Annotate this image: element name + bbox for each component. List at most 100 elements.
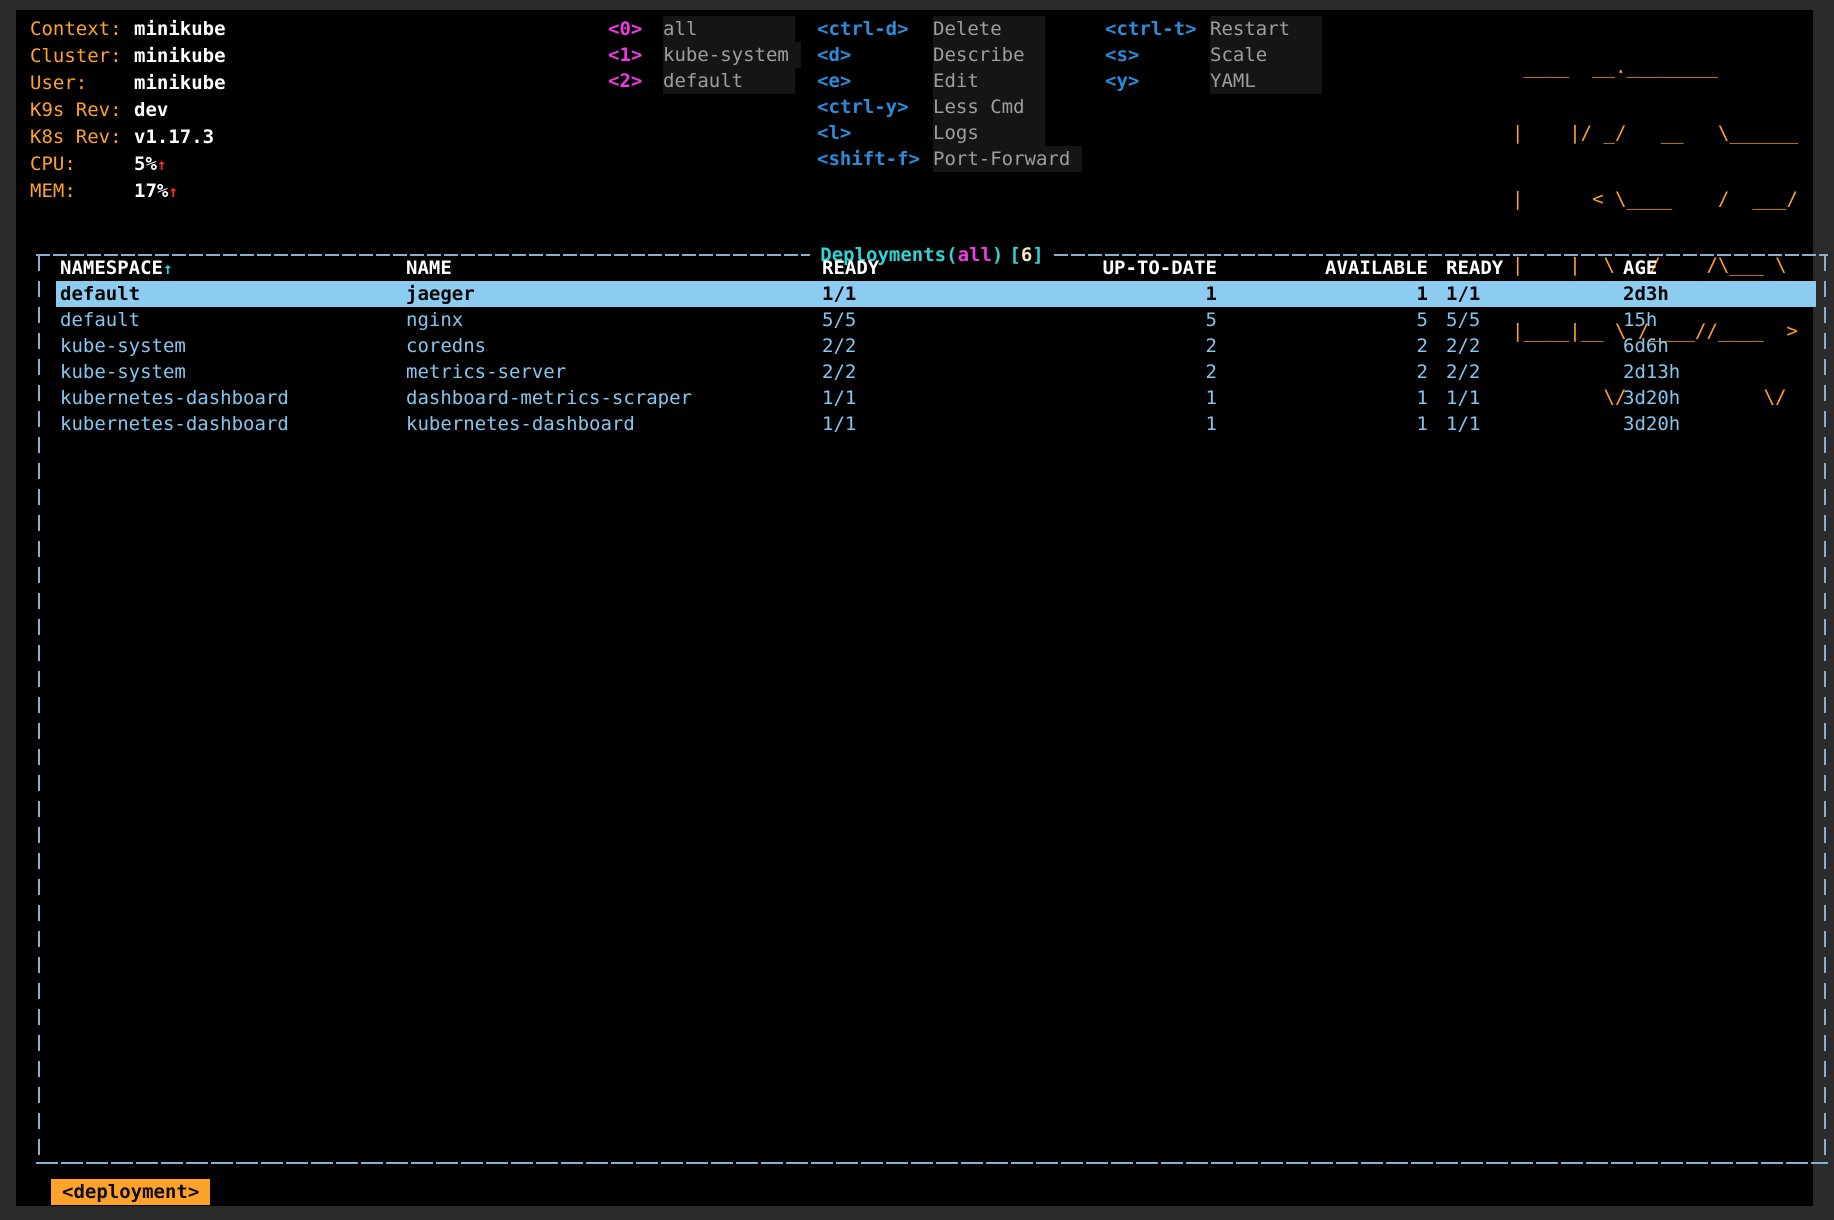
cell-up-to-date: 2 [1002,359,1217,385]
menu-item-yaml: <y> YAML [1105,68,1322,94]
cpu-up-arrow-icon: ↑ [157,155,167,174]
menu-item-restart: <ctrl-t>Restart [1105,16,1322,42]
logo-line: | < \____ / ___/ [1512,188,1798,210]
hotkey-1-label: kube-system [663,42,801,68]
namespace-hotkey-all: <0> all [608,16,801,42]
label-edit: Edit [933,68,1045,94]
k9s-rev-label: K9s Rev: [30,97,134,123]
table-row-coredns[interactable]: kube-system coredns 2/2 2 2 2/2 6d6h [56,333,1816,359]
cluster-label: Cluster: [30,43,134,69]
key-ctrl-y: <ctrl-y> [817,94,920,120]
cell-name: nginx [406,307,822,333]
cluster-info-row-mem: MEM:17%↑ [30,178,226,205]
key-y: <y> [1105,68,1197,94]
cell-ready: 1/1 [822,411,1002,437]
label-scale: Scale [1210,42,1322,68]
table-row-kubernetes-dashboard[interactable]: kubernetes-dashboard kubernetes-dashboar… [56,411,1816,437]
menu-item-scale: <s> Scale [1105,42,1322,68]
cell-available: 1 [1217,385,1428,411]
k8s-rev-value: v1.17.3 [134,126,214,148]
table-bottom-border [36,1162,1828,1164]
col-header-age: AGE [1605,255,1816,281]
cell-up-to-date: 5 [1002,307,1217,333]
cell-namespace: kube-system [56,359,406,385]
cell-age: 2d13h [1605,359,1816,385]
col-header-namespace: NAMESPACE↑ [56,255,406,281]
col-header-ready: READY [822,255,1002,281]
key-e: <e> [817,68,920,94]
cell-name: coredns [406,333,822,359]
k9s-rev-value: dev [134,99,168,121]
cell-namespace: default [56,307,406,333]
col-header-available: AVAILABLE [1217,255,1428,281]
cell-available: 2 [1217,359,1428,385]
namespace-hotkey-kube-system: <1> kube-system [608,42,801,68]
table-row-jaeger[interactable]: default jaeger 1/1 1 1 1/1 2d3h [56,281,1816,307]
key-d: <d> [817,42,920,68]
cell-age: 3d20h [1605,411,1816,437]
cell-name: kubernetes-dashboard [406,411,822,437]
table-right-border [1824,255,1826,1161]
menu-item-port-forward: <shift-f> Port-Forward [817,146,1082,172]
deployments-table: Deployments(all)[6] NAMESPACE↑ NAME READ… [36,242,1828,1164]
table-row-nginx[interactable]: default nginx 5/5 5 5 5/5 15h [56,307,1816,333]
context-label: Context: [30,16,134,42]
cell-ready: 2/2 [822,333,1002,359]
hotkey-0-label: all [663,16,795,42]
hotkey-1: <1> [608,42,648,68]
k9s-screen: Context:minikube Cluster:minikube User:m… [0,0,1834,1220]
key-l: <l> [817,120,920,146]
key-ctrl-t: <ctrl-t> [1105,16,1197,42]
logo-line: ____ __.________ [1512,56,1798,78]
label-yaml: YAML [1210,68,1322,94]
cell-ready: 1/1 [822,385,1002,411]
cell-ready: 5/5 [822,307,1002,333]
namespace-hotkeys: <0>all <1>kube-system <2>default [608,16,801,94]
cell-age: 15h [1605,307,1816,333]
cell-available: 2 [1217,333,1428,359]
cell-up-to-date: 1 [1002,385,1217,411]
key-ctrl-d: <ctrl-d> [817,16,920,42]
cell-ready-2: 5/5 [1428,307,1605,333]
mem-up-arrow-icon: ↑ [168,182,178,201]
table-row-dashboard-metrics-scraper[interactable]: kubernetes-dashboard dashboard-metrics-s… [56,385,1816,411]
hotkey-0: <0> [608,16,648,42]
user-value: minikube [134,72,226,94]
cluster-value: minikube [134,45,226,67]
sort-arrow-icon: ↑ [163,259,173,278]
label-port-forward: Port-Forward [933,146,1082,172]
menu-item-describe: <d> Describe [817,42,1082,68]
cell-namespace: kubernetes-dashboard [56,385,406,411]
cell-up-to-date: 1 [1002,411,1217,437]
breadcrumb-deployment[interactable]: <deployment> [51,1179,210,1205]
cell-ready-2: 2/2 [1428,359,1605,385]
label-delete: Delete [933,16,1045,42]
cluster-info-row-k8s-rev: K8s Rev:v1.17.3 [30,124,226,151]
k8s-rev-label: K8s Rev: [30,124,134,150]
cluster-info-row-user: User:minikube [30,70,226,97]
col-header-up-to-date: UP-TO-DATE [1002,255,1217,281]
label-logs: Logs [933,120,1045,146]
col-header-name: NAME [406,255,822,281]
terminal-window: Context:minikube Cluster:minikube User:m… [16,10,1813,1206]
cell-ready-2: 2/2 [1428,333,1605,359]
label-less-cmd: Less Cmd [933,94,1045,120]
key-s: <s> [1105,42,1197,68]
command-menu-column-2: <ctrl-t>Restart <s> Scale <y> YAML [1105,16,1322,94]
cell-available: 5 [1217,307,1428,333]
user-label: User: [30,70,134,96]
cell-name: dashboard-metrics-scraper [406,385,822,411]
cell-namespace: default [56,281,406,307]
cell-available: 1 [1217,411,1428,437]
cluster-info-row-k9s-rev: K9s Rev:dev [30,97,226,124]
cell-age: 3d20h [1605,385,1816,411]
key-shift-f: <shift-f> [817,146,920,172]
context-value: minikube [134,18,226,40]
label-describe: Describe [933,42,1045,68]
table-row-metrics-server[interactable]: kube-system metrics-server 2/2 2 2 2/2 2… [56,359,1816,385]
cell-up-to-date: 2 [1002,333,1217,359]
cpu-label: CPU: [30,151,134,177]
cluster-info-panel: Context:minikube Cluster:minikube User:m… [30,16,226,205]
cpu-value: 5% [134,153,157,175]
mem-value: 17% [134,180,168,202]
